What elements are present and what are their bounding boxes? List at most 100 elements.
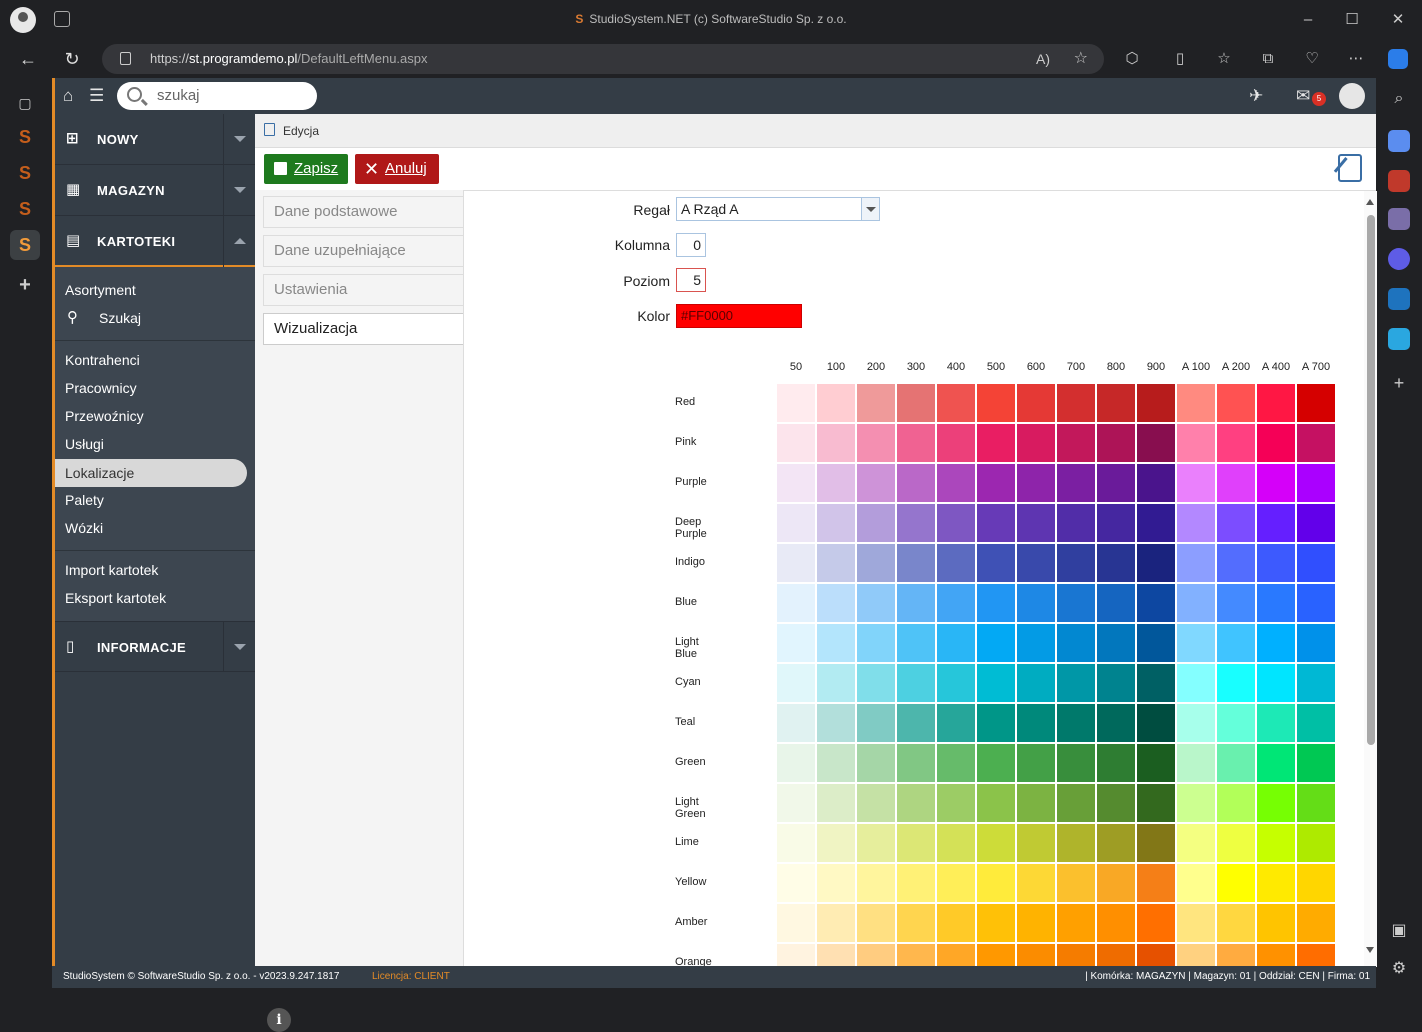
palette-color-swatch[interactable] [1296, 863, 1336, 903]
chevron-down-icon[interactable] [223, 165, 255, 216]
palette-color-swatch[interactable] [816, 463, 856, 503]
palette-color-swatch[interactable] [856, 863, 896, 903]
tools-icon[interactable] [1388, 170, 1410, 192]
palette-color-swatch[interactable] [856, 663, 896, 703]
tab-studiosystem-3[interactable]: S [10, 194, 40, 224]
palette-color-swatch[interactable] [1136, 503, 1176, 543]
palette-color-swatch[interactable] [1256, 543, 1296, 583]
scroll-down-icon[interactable] [1366, 947, 1374, 953]
palette-color-swatch[interactable] [1136, 903, 1176, 943]
add-sidebar-icon[interactable]: + [1388, 372, 1410, 394]
palette-color-swatch[interactable] [1296, 383, 1336, 423]
palette-color-swatch[interactable] [1176, 423, 1216, 463]
collections-icon[interactable]: ⧉ [1258, 49, 1278, 69]
palette-color-swatch[interactable] [1136, 543, 1176, 583]
palette-color-swatch[interactable] [1136, 863, 1176, 903]
palette-color-swatch[interactable] [1016, 743, 1056, 783]
palette-color-swatch[interactable] [936, 423, 976, 463]
palette-color-swatch[interactable] [1016, 543, 1056, 583]
menu-magazyn[interactable]: ▦ MAGAZYN [55, 165, 255, 216]
palette-color-swatch[interactable] [1256, 663, 1296, 703]
palette-color-swatch[interactable] [896, 543, 936, 583]
palette-color-swatch[interactable] [1216, 823, 1256, 863]
palette-color-swatch[interactable] [776, 783, 816, 823]
palette-color-swatch[interactable] [1056, 743, 1096, 783]
palette-color-swatch[interactable] [1056, 903, 1096, 943]
palette-color-swatch[interactable] [1136, 463, 1176, 503]
palette-color-swatch[interactable] [856, 503, 896, 543]
kolor-input[interactable]: #FF0000 [676, 304, 802, 328]
palette-color-swatch[interactable] [776, 383, 816, 423]
palette-color-swatch[interactable] [816, 783, 856, 823]
palette-color-swatch[interactable] [1016, 823, 1056, 863]
palette-color-swatch[interactable] [776, 543, 816, 583]
collapse-menu-icon[interactable]: ☰ [89, 86, 104, 106]
menu-item-eksport[interactable]: Eksport kartotek [55, 584, 255, 612]
read-aloud-icon[interactable]: A) [1036, 44, 1050, 74]
palette-color-swatch[interactable] [776, 703, 816, 743]
palette-color-swatch[interactable] [1256, 583, 1296, 623]
palette-color-swatch[interactable] [1056, 703, 1096, 743]
palette-color-swatch[interactable] [976, 663, 1016, 703]
palette-color-swatch[interactable] [1096, 543, 1136, 583]
palette-color-swatch[interactable] [1176, 503, 1216, 543]
m365-icon[interactable] [1388, 248, 1410, 270]
palette-color-swatch[interactable] [1176, 903, 1216, 943]
palette-color-swatch[interactable] [1296, 663, 1336, 703]
palette-color-swatch[interactable] [856, 623, 896, 663]
palette-color-swatch[interactable] [1296, 543, 1336, 583]
palette-color-swatch[interactable] [936, 743, 976, 783]
copilot-icon[interactable] [1388, 49, 1408, 69]
palette-color-swatch[interactable] [856, 423, 896, 463]
tab-wizualizacja[interactable]: Wizualizacja [263, 313, 463, 345]
palette-color-swatch[interactable] [1056, 583, 1096, 623]
palette-color-swatch[interactable] [1256, 703, 1296, 743]
favorites-icon[interactable]: ☆ [1214, 49, 1234, 69]
palette-color-swatch[interactable] [856, 383, 896, 423]
palette-color-swatch[interactable] [936, 943, 976, 967]
palette-color-swatch[interactable] [1216, 463, 1256, 503]
palette-color-swatch[interactable] [1296, 703, 1336, 743]
palette-color-swatch[interactable] [936, 623, 976, 663]
palette-color-swatch[interactable] [1096, 383, 1136, 423]
palette-color-swatch[interactable] [1016, 503, 1056, 543]
palette-color-swatch[interactable] [1216, 863, 1256, 903]
palette-color-swatch[interactable] [816, 943, 856, 967]
palette-color-swatch[interactable] [936, 543, 976, 583]
palette-color-swatch[interactable] [896, 663, 936, 703]
palette-color-swatch[interactable] [1096, 703, 1136, 743]
palette-color-swatch[interactable] [1016, 783, 1056, 823]
palette-color-swatch[interactable] [776, 743, 816, 783]
tab-studiosystem-1[interactable]: S [10, 122, 40, 152]
palette-color-swatch[interactable] [1096, 863, 1136, 903]
palette-color-swatch[interactable] [1176, 383, 1216, 423]
chevron-down-icon[interactable] [861, 198, 879, 220]
palette-color-swatch[interactable] [776, 623, 816, 663]
palette-color-swatch[interactable] [856, 583, 896, 623]
palette-color-swatch[interactable] [1256, 943, 1296, 967]
palette-color-swatch[interactable] [1176, 823, 1216, 863]
palette-color-swatch[interactable] [1296, 583, 1336, 623]
palette-color-swatch[interactable] [1296, 783, 1336, 823]
palette-color-swatch[interactable] [856, 463, 896, 503]
palette-color-swatch[interactable] [816, 823, 856, 863]
palette-color-swatch[interactable] [1016, 703, 1056, 743]
palette-color-swatch[interactable] [1056, 383, 1096, 423]
palette-color-swatch[interactable] [976, 863, 1016, 903]
palette-color-swatch[interactable] [1056, 823, 1096, 863]
menu-item-asortyment[interactable]: Asortyment [55, 276, 255, 304]
plane-icon[interactable]: ✈ [1249, 86, 1263, 106]
palette-color-swatch[interactable] [1136, 943, 1176, 967]
palette-color-swatch[interactable] [1096, 503, 1136, 543]
menu-item-pracownicy[interactable]: Pracownicy [55, 374, 255, 402]
palette-color-swatch[interactable] [856, 943, 896, 967]
palette-color-swatch[interactable] [1176, 863, 1216, 903]
palette-color-swatch[interactable] [856, 903, 896, 943]
menu-nowy[interactable]: ⊞ NOWY [55, 114, 255, 165]
palette-color-swatch[interactable] [976, 543, 1016, 583]
settings-more-icon[interactable]: ⋯ [1346, 49, 1366, 69]
palette-color-swatch[interactable] [816, 663, 856, 703]
palette-color-swatch[interactable] [816, 383, 856, 423]
palette-color-swatch[interactable] [1016, 663, 1056, 703]
palette-color-swatch[interactable] [1016, 863, 1056, 903]
